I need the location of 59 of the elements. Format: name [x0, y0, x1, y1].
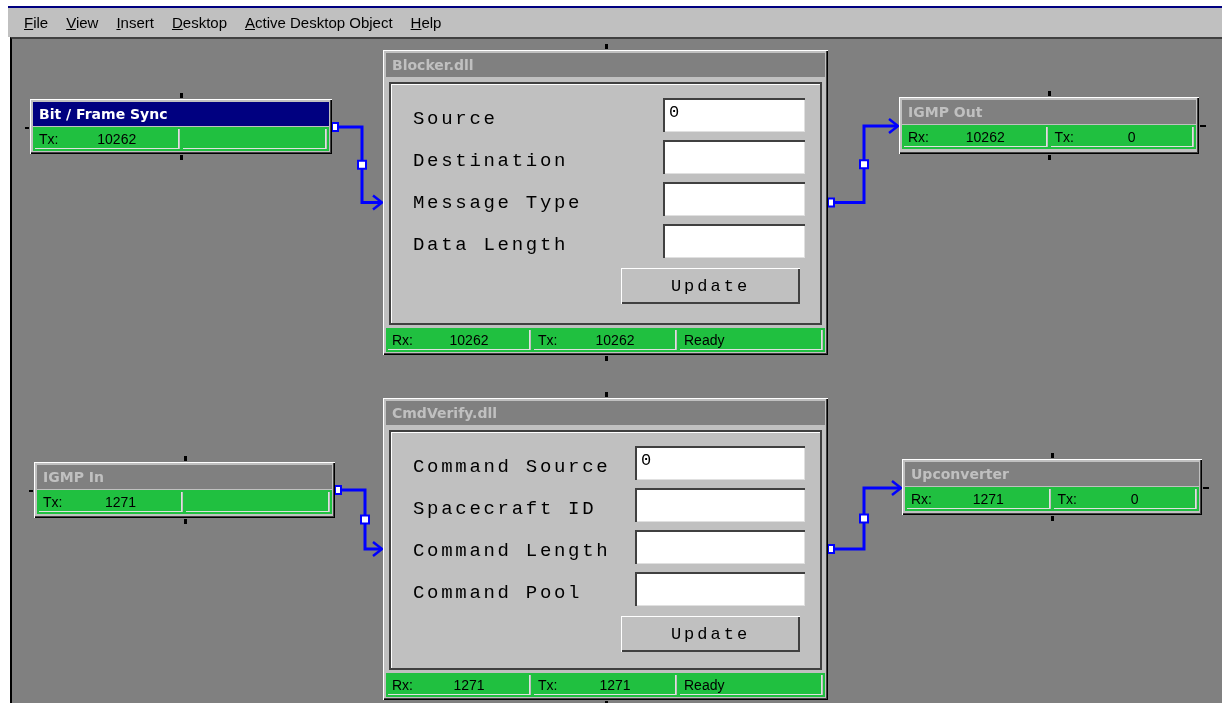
input-field[interactable]	[663, 140, 805, 174]
anchor-tick	[605, 356, 608, 361]
status-cell: Rx: 1271	[388, 675, 531, 695]
input-field[interactable]	[635, 488, 805, 522]
anchor-tick	[1200, 125, 1206, 127]
input-field[interactable]: 0	[663, 98, 805, 132]
menu-item[interactable]: Insert	[108, 12, 162, 33]
anchor-tick	[1203, 487, 1209, 489]
node-title[interactable]: Bit / Frame Sync	[33, 102, 329, 126]
anchor-tick	[605, 392, 608, 397]
field-label: Command Pool	[413, 582, 584, 606]
dialog-node[interactable]: CmdVerify.dll Command Source 0 Spacecraft ID Command Length Command Pool Update Rx: 1271 Tx: 1271 Ready	[383, 398, 828, 700]
anchor-tick	[180, 155, 183, 160]
anchor-tick	[184, 456, 187, 461]
input-field[interactable]	[663, 182, 805, 216]
status-cell: Tx: 0	[1050, 127, 1194, 147]
module-node[interactable]: Bit / Frame Sync Tx: 10262	[30, 99, 332, 154]
field-label: Source	[413, 108, 499, 132]
field-label: Spacecraft ID	[413, 498, 598, 522]
field-label: Data Length	[413, 234, 570, 258]
update-button[interactable]: Update	[621, 268, 800, 304]
status-text: Ready	[680, 330, 823, 350]
menu-item[interactable]: Help	[402, 12, 450, 33]
menu-item[interactable]: Active Desktop Object	[237, 12, 401, 33]
anchor-tick	[180, 93, 183, 98]
status-cell: Tx: 1271	[39, 492, 183, 512]
field-label: Destination	[413, 150, 570, 174]
field-label: Command Length	[413, 540, 612, 564]
dialog-node[interactable]: Blocker.dll Source 0 Destination Message Type Data Length Update Rx: 10262 Tx: 10262 Ready	[383, 50, 828, 355]
anchor-tick	[1051, 516, 1054, 521]
field-label: Message Type	[413, 192, 584, 216]
status-cell: Tx: 10262	[35, 129, 180, 149]
field-label: Command Source	[413, 456, 612, 480]
anchor-tick	[605, 44, 608, 49]
status-cell: Tx: 10262	[534, 330, 677, 350]
anchor-tick	[184, 519, 187, 524]
anchor-tick	[1048, 155, 1051, 160]
menu-item[interactable]: View	[58, 12, 107, 33]
menu-item[interactable]: Desktop	[163, 12, 235, 33]
anchor-tick	[25, 127, 29, 129]
input-field[interactable]	[635, 572, 805, 606]
menu-item[interactable]: File	[16, 12, 57, 33]
anchor-tick	[1051, 453, 1054, 458]
module-node[interactable]: IGMP Out Rx: 10262 Tx: 0	[899, 97, 1199, 154]
module-node[interactable]: IGMP In Tx: 1271	[34, 462, 335, 518]
status-cell: Tx: 0	[1053, 489, 1197, 509]
status-cell: Rx: 10262	[388, 330, 531, 350]
input-field[interactable]: 0	[635, 446, 805, 480]
connector	[334, 485, 385, 557]
status-cell: Tx: 1271	[534, 675, 677, 695]
anchor-tick	[1048, 91, 1051, 96]
status-cell: Rx: 1271	[907, 489, 1051, 509]
input-field[interactable]	[635, 530, 805, 564]
input-field[interactable]	[663, 224, 805, 258]
anchor-tick	[29, 490, 33, 492]
status-cell: Rx: 10262	[904, 127, 1048, 147]
update-button[interactable]: Update	[621, 616, 800, 652]
status-text: Ready	[680, 675, 823, 695]
module-node[interactable]: Upconverter Rx: 1271 Tx: 0	[902, 459, 1202, 515]
